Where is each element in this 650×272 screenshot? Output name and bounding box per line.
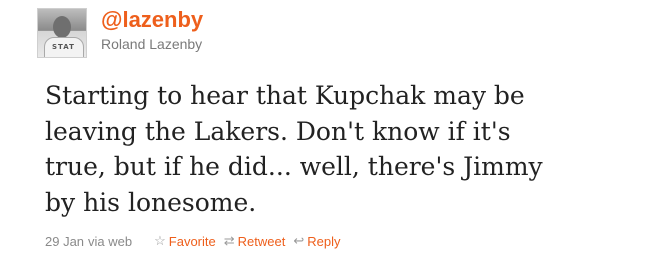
tweet-meta: 29 Jan via web ☆ Favorite ⇄ Retweet ↩ Re… <box>45 233 341 249</box>
avatar[interactable]: STAT <box>37 8 87 58</box>
tweet-text: Starting to hear that Kupchak may be lea… <box>45 81 543 217</box>
avatar-head <box>53 16 71 38</box>
via-source: via web <box>88 233 133 249</box>
timestamp-link[interactable]: 29 Jan <box>45 234 84 249</box>
real-name: Roland Lazenby <box>101 36 203 52</box>
retweet-icon: ⇄ <box>223 233 235 248</box>
star-icon: ☆ <box>154 233 166 248</box>
reply-icon: ↩ <box>293 233 305 248</box>
screen-name-link[interactable]: @lazenby <box>101 7 203 33</box>
avatar-jersey-lettering: STAT <box>52 43 75 51</box>
retweet-button[interactable]: ⇄ Retweet <box>224 233 286 249</box>
reply-button[interactable]: ↩ Reply <box>293 233 340 249</box>
reply-label: Reply <box>307 233 341 249</box>
favorite-button[interactable]: ☆ Favorite <box>154 233 216 249</box>
favorite-label: Favorite <box>168 233 216 249</box>
tweet-card: STAT @lazenby Roland Lazenby Starting to… <box>0 0 650 272</box>
retweet-label: Retweet <box>237 233 286 249</box>
